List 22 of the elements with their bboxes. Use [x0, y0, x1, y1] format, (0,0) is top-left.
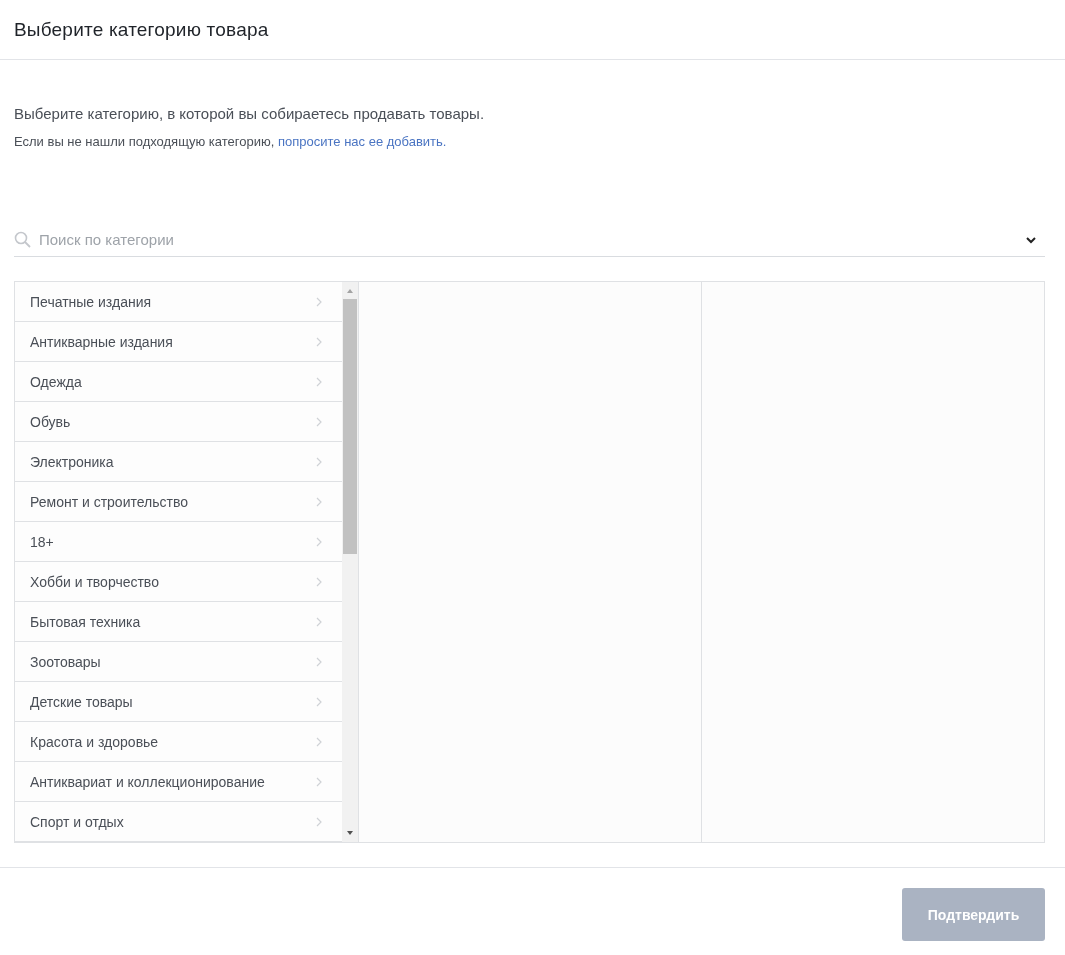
dialog-title: Выберите категорию товара	[14, 18, 269, 41]
chevron-right-icon	[316, 696, 322, 707]
chevron-right-icon	[316, 376, 322, 387]
hint-text: Если вы не нашли подходящую категорию, попросите нас ее добавить.	[14, 134, 448, 149]
chevron-right-icon	[316, 416, 322, 427]
chevron-right-icon	[316, 336, 322, 347]
scrollbar[interactable]	[342, 282, 358, 842]
chevron-right-icon	[316, 776, 322, 787]
chevron-right-icon	[316, 296, 322, 307]
chevron-right-icon	[316, 456, 322, 467]
chevron-right-icon	[316, 496, 322, 507]
chevron-right-icon	[316, 616, 322, 627]
chevron-down-icon[interactable]	[1025, 235, 1037, 244]
chevron-right-icon	[316, 656, 322, 667]
chevron-right-icon	[316, 736, 322, 747]
chevron-right-icon	[316, 536, 322, 547]
search-field[interactable]: Поиск по категории	[37, 230, 1019, 249]
search-icon	[14, 231, 31, 248]
chevron-right-icon	[316, 816, 322, 827]
chevron-right-icon	[316, 576, 322, 587]
intro-text: Выберите категорию, в которой вы собираетесь продавать товары.	[14, 105, 486, 122]
request-category-link[interactable]: попросите нас ее добавить.	[278, 134, 447, 149]
